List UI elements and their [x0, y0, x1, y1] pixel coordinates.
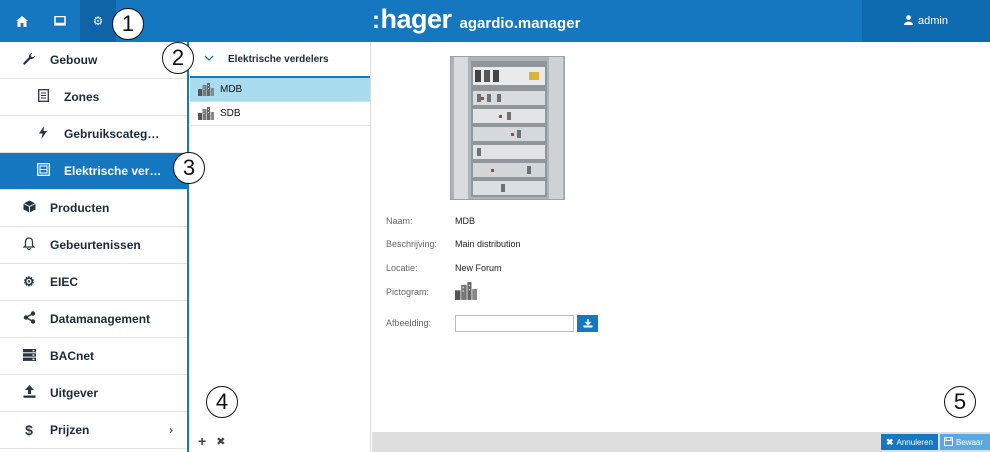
sidebar-item-gebouw[interactable]: Gebouw [0, 42, 187, 79]
sidebar-item-label: Prijzen [50, 423, 90, 437]
wrench-icon [20, 52, 38, 69]
box-icon [20, 200, 38, 216]
save-label: Bewaar [956, 437, 984, 447]
upload-button[interactable] [577, 315, 598, 332]
callout-2: 2 [162, 42, 194, 74]
sidebar-item-label: Zones [64, 90, 100, 104]
list-header[interactable]: Elektrische verdelers [190, 42, 370, 78]
callout-3: 3 [173, 152, 205, 184]
sidebar-item-gebeurtenissen[interactable]: Gebeurtenissen [0, 227, 187, 264]
image-file-input[interactable] [455, 315, 574, 332]
list-footer: + ✖ [190, 430, 371, 452]
sidebar-item-label: Gebruikscateg… [64, 127, 160, 141]
description-label: Beschrijving: [386, 239, 438, 249]
delete-icon[interactable]: ✖ [216, 435, 225, 448]
description-value: Main distribution [455, 239, 521, 249]
sidebar-item-producten[interactable]: Producten [0, 190, 187, 227]
user-menu[interactable]: admin [862, 0, 990, 42]
name-label: Naam: [386, 216, 413, 226]
sidebar-item-label: Gebeurtenissen [50, 238, 141, 252]
building-pictogram-icon[interactable] [455, 281, 477, 306]
sidebar-item-bacnet[interactable]: BACnet [0, 338, 187, 375]
distribution-board-photo [450, 56, 565, 200]
location-value: New Forum [455, 263, 502, 273]
app-name: agardio.manager [459, 15, 581, 32]
share-icon [20, 311, 38, 327]
callout-1: 1 [112, 8, 144, 40]
sidebar: Gebouw Zones Gebruikscateg… Elektrische … [0, 42, 189, 452]
cancel-button[interactable]: ✖ Annuleren [880, 434, 938, 450]
dollar-icon: $ [25, 422, 33, 438]
sidebar-item-zones[interactable]: Zones [0, 79, 187, 116]
sidebar-item-label: BACnet [50, 349, 94, 363]
list-item-label: SDB [220, 108, 241, 119]
list-item[interactable]: SDB [190, 102, 370, 126]
add-icon[interactable]: + [198, 433, 206, 449]
home-icon[interactable] [4, 0, 40, 42]
chevron-right-icon: › [169, 423, 173, 437]
building-icon [198, 107, 214, 120]
bell-icon [20, 237, 38, 253]
sidebar-item-label: EIEC [50, 275, 79, 289]
settings-gears-icon[interactable]: ⚙ [80, 0, 116, 42]
chevron-down-icon [204, 53, 214, 65]
sidebar-item-label: Elektrische ver… [64, 164, 162, 178]
location-label: Locatie: [386, 263, 418, 273]
user-icon [904, 14, 914, 28]
callout-4: 4 [206, 386, 238, 418]
action-bar: ✖ Annuleren Bewaar [372, 432, 990, 452]
user-name: admin [918, 15, 948, 27]
sidebar-item-elektrische-verdelers[interactable]: Elektrische ver… [0, 153, 187, 190]
upload-icon [20, 385, 38, 401]
sidebar-item-prijzen[interactable]: $ Prijzen › [0, 412, 187, 449]
lightning-icon [34, 126, 52, 142]
list-header-title: Elektrische verdelers [228, 53, 329, 65]
cancel-label: Annuleren [896, 437, 933, 447]
save-icon [944, 436, 953, 448]
hager-logo: :hager [372, 4, 452, 34]
image-label: Afbeelding: [386, 318, 432, 328]
name-value: MDB [455, 216, 475, 226]
sidebar-item-gebruikscategorieen[interactable]: Gebruikscateg… [0, 116, 187, 153]
close-icon: ✖ [885, 436, 894, 447]
sidebar-item-label: Datamanagement [50, 312, 151, 326]
sidebar-item-label: Uitgever [50, 386, 99, 400]
brand: :hager agardio.manager [372, 4, 580, 40]
list-item[interactable]: MDB [190, 78, 370, 102]
zones-icon [34, 89, 52, 105]
list-item-label: MDB [220, 84, 243, 95]
sidebar-item-label: Producten [50, 201, 110, 215]
panel-icon [34, 163, 52, 179]
detail-panel: Naam: MDB Beschrijving: Main distributio… [372, 42, 990, 452]
callout-5: 5 [944, 386, 976, 418]
gears-icon: ⚙ [23, 274, 35, 289]
top-bar: ⚙ :hager agardio.manager admin [0, 0, 990, 42]
pictogram-label: Pictogram: [386, 287, 430, 297]
sidebar-item-datamanagement[interactable]: Datamanagement [0, 301, 187, 338]
sidebar-item-eiec[interactable]: ⚙ EIEC [0, 264, 187, 301]
sidebar-item-label: Gebouw [50, 53, 98, 67]
building-icon [198, 83, 214, 96]
save-button[interactable]: Bewaar [940, 434, 990, 450]
server-icon [20, 348, 38, 364]
sidebar-item-uitgever[interactable]: Uitgever [0, 375, 187, 412]
monitor-icon[interactable] [42, 0, 78, 42]
